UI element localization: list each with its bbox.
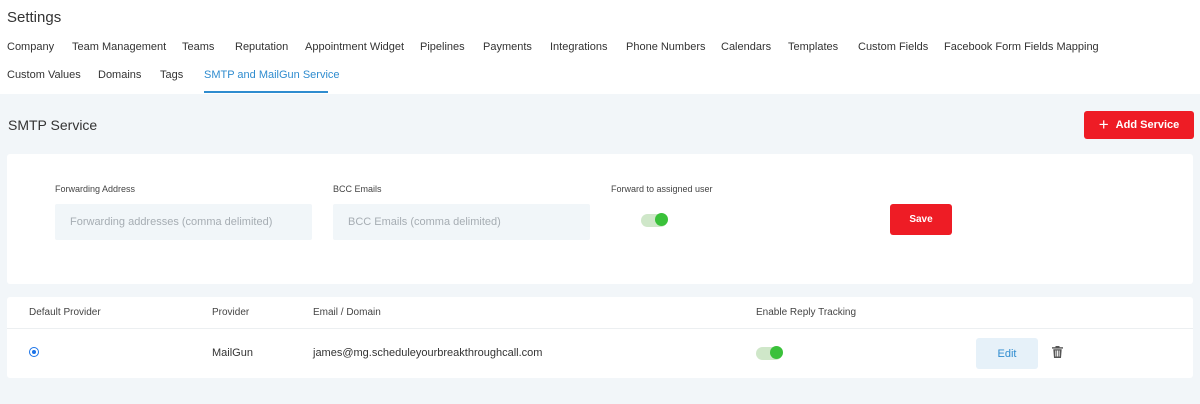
tab-phone-numbers[interactable]: Phone Numbers bbox=[626, 41, 706, 53]
tab-smtp-mailgun-service[interactable]: SMTP and MailGun Service bbox=[204, 69, 340, 81]
tab-custom-values[interactable]: Custom Values bbox=[7, 69, 81, 81]
forwarding-address-input[interactable] bbox=[55, 204, 312, 240]
section-title: SMTP Service bbox=[8, 117, 98, 133]
tab-integrations[interactable]: Integrations bbox=[550, 41, 607, 53]
table-divider bbox=[7, 328, 1193, 329]
bcc-emails-input[interactable] bbox=[333, 204, 590, 240]
plus-icon: + bbox=[1098, 114, 1109, 134]
header-email-domain: Email / Domain bbox=[313, 307, 381, 318]
header-default-provider: Default Provider bbox=[29, 307, 101, 318]
header-reply-tracking: Enable Reply Tracking bbox=[756, 307, 857, 318]
reply-tracking-toggle[interactable] bbox=[756, 346, 783, 360]
tab-payments[interactable]: Payments bbox=[483, 41, 532, 53]
tab-domains[interactable]: Domains bbox=[98, 69, 141, 81]
tab-company[interactable]: Company bbox=[7, 41, 54, 53]
save-button[interactable]: Save bbox=[890, 204, 952, 235]
header-provider: Provider bbox=[212, 307, 250, 318]
add-service-label: Add Service bbox=[1115, 119, 1180, 131]
tab-custom-fields[interactable]: Custom Fields bbox=[858, 41, 928, 53]
tab-tags[interactable]: Tags bbox=[160, 69, 183, 81]
toggle-knob bbox=[770, 346, 783, 359]
tab-reputation[interactable]: Reputation bbox=[235, 41, 288, 53]
bcc-emails-label: BCC Emails bbox=[333, 184, 382, 194]
edit-button[interactable]: Edit bbox=[976, 338, 1038, 369]
default-provider-radio[interactable] bbox=[29, 347, 39, 357]
toggle-knob bbox=[655, 213, 668, 226]
tab-team-management[interactable]: Team Management bbox=[72, 41, 166, 53]
tab-facebook-form-fields-mapping[interactable]: Facebook Form Fields Mapping bbox=[944, 41, 1099, 53]
tab-calendars[interactable]: Calendars bbox=[721, 41, 771, 53]
tab-teams[interactable]: Teams bbox=[182, 41, 214, 53]
forwarding-address-label: Forwarding Address bbox=[55, 184, 136, 194]
active-tab-indicator bbox=[204, 91, 328, 93]
forward-assigned-toggle[interactable] bbox=[641, 213, 668, 227]
tab-templates[interactable]: Templates bbox=[788, 41, 838, 53]
tab-appointment-widget[interactable]: Appointment Widget bbox=[305, 41, 404, 53]
provider-email: james@mg.scheduleyourbreakthroughcall.co… bbox=[313, 347, 543, 359]
tab-pipelines[interactable]: Pipelines bbox=[420, 41, 465, 53]
page-title: Settings bbox=[7, 9, 62, 26]
trash-icon[interactable] bbox=[1052, 346, 1063, 358]
provider-name: MailGun bbox=[212, 347, 253, 359]
add-service-button[interactable]: + Add Service bbox=[1084, 111, 1194, 139]
forward-assigned-label: Forward to assigned user bbox=[611, 184, 713, 194]
